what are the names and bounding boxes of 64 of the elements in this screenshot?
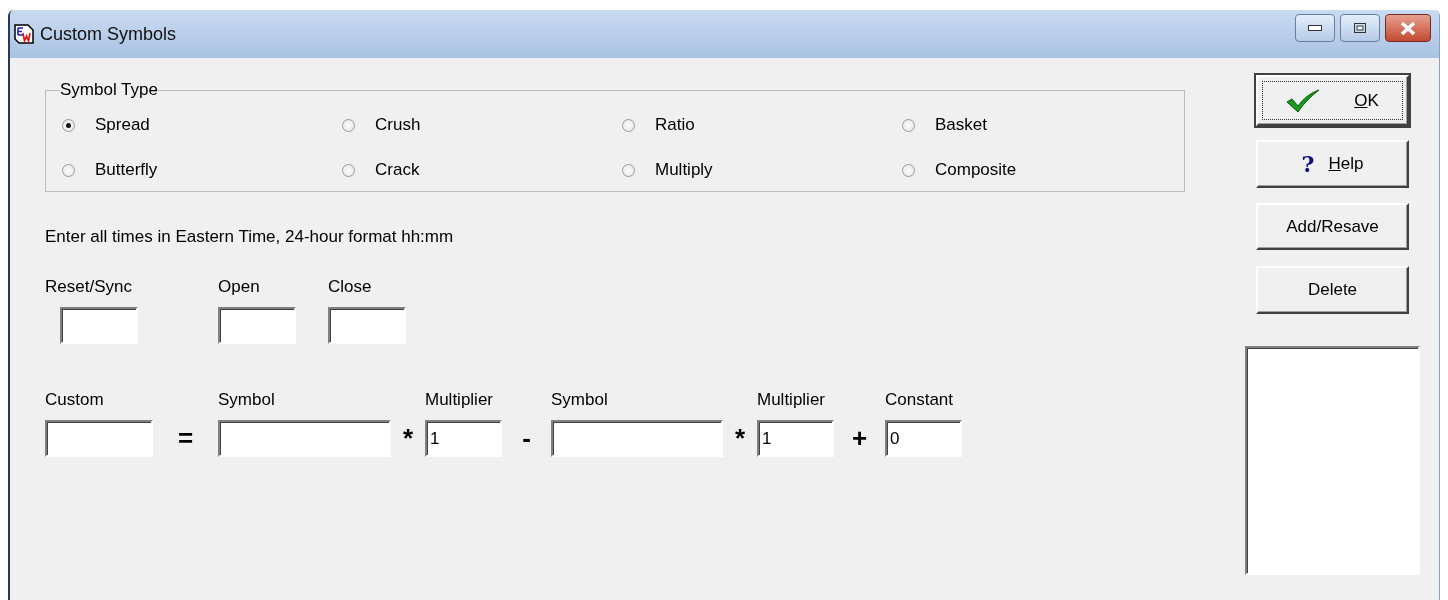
push-button[interactable]: Delete [1256, 266, 1409, 314]
radio-option[interactable]: Spread [62, 113, 342, 137]
radio-label: Composite [935, 160, 1017, 180]
minimize-icon [1308, 25, 1322, 31]
close-button[interactable] [1385, 14, 1431, 42]
help-icon: ? [1301, 151, 1315, 177]
radio-label: Basket [935, 115, 987, 135]
field-label: Custom [45, 390, 104, 410]
minimize-button[interactable] [1295, 14, 1335, 42]
radio-option[interactable]: Butterfly [62, 158, 342, 182]
maximize-button[interactable] [1340, 14, 1380, 42]
radio-button[interactable] [62, 118, 75, 132]
radio-option[interactable]: Composite [902, 158, 1182, 182]
field-label: Open [218, 277, 260, 297]
field-label: Close [328, 277, 372, 297]
field-label: Symbol [551, 390, 608, 410]
operator-sign: + [850, 422, 869, 455]
ok-button[interactable]: OK [1256, 75, 1409, 126]
radio-button[interactable] [622, 163, 635, 177]
operator-sign: * [733, 422, 747, 455]
radio-option[interactable]: Basket [902, 113, 1182, 137]
radio-button[interactable] [342, 118, 355, 132]
input-field[interactable]: 0 [885, 420, 962, 457]
radio-button[interactable] [622, 118, 635, 132]
radio-label: Ratio [655, 115, 695, 135]
push-button[interactable]: Add/Resave [1256, 203, 1409, 250]
help-button[interactable]: ? Help [1256, 140, 1409, 188]
field-label: Constant [885, 390, 954, 410]
input-field[interactable] [551, 420, 723, 457]
app-icon [14, 24, 34, 44]
list-box[interactable] [1245, 346, 1420, 575]
radio-label: Crack [375, 160, 420, 180]
field-label: Multiplier [757, 390, 826, 410]
instruction-text: Enter all times in Eastern Time, 24-hour format hh:mm [45, 227, 455, 247]
radio-button[interactable] [342, 163, 355, 177]
radio-label: Multiply [655, 160, 713, 180]
radio-button[interactable] [902, 163, 915, 177]
checkmark-icon [1286, 88, 1321, 113]
field-label: Multiplier [425, 390, 494, 410]
operator-sign: = [176, 422, 195, 455]
radio-option[interactable]: Ratio [622, 113, 902, 137]
operator-sign: * [401, 422, 415, 455]
radio-option[interactable]: Crack [342, 158, 622, 182]
radio-label: Butterfly [95, 160, 158, 180]
field-label: Reset/Sync [45, 277, 132, 297]
radio-option[interactable]: Multiply [622, 158, 902, 182]
time-input[interactable] [60, 307, 138, 344]
operator-sign: - [521, 422, 532, 455]
input-field[interactable] [218, 420, 391, 457]
radio-label: Crush [375, 115, 421, 135]
radio-button[interactable] [902, 118, 915, 132]
close-icon [1400, 21, 1416, 35]
time-input[interactable] [328, 307, 406, 344]
window-title: Custom Symbols [40, 23, 177, 45]
maximize-icon [1354, 23, 1366, 33]
input-field[interactable] [45, 420, 153, 457]
input-field[interactable]: 1 [425, 420, 502, 457]
group-label: Symbol Type [60, 80, 158, 100]
field-label: Symbol [218, 390, 275, 410]
radio-option[interactable]: Crush [342, 113, 622, 137]
time-input[interactable] [218, 307, 296, 344]
radio-label: Spread [95, 115, 150, 135]
input-field[interactable]: 1 [757, 420, 834, 457]
radio-button[interactable] [62, 163, 75, 177]
